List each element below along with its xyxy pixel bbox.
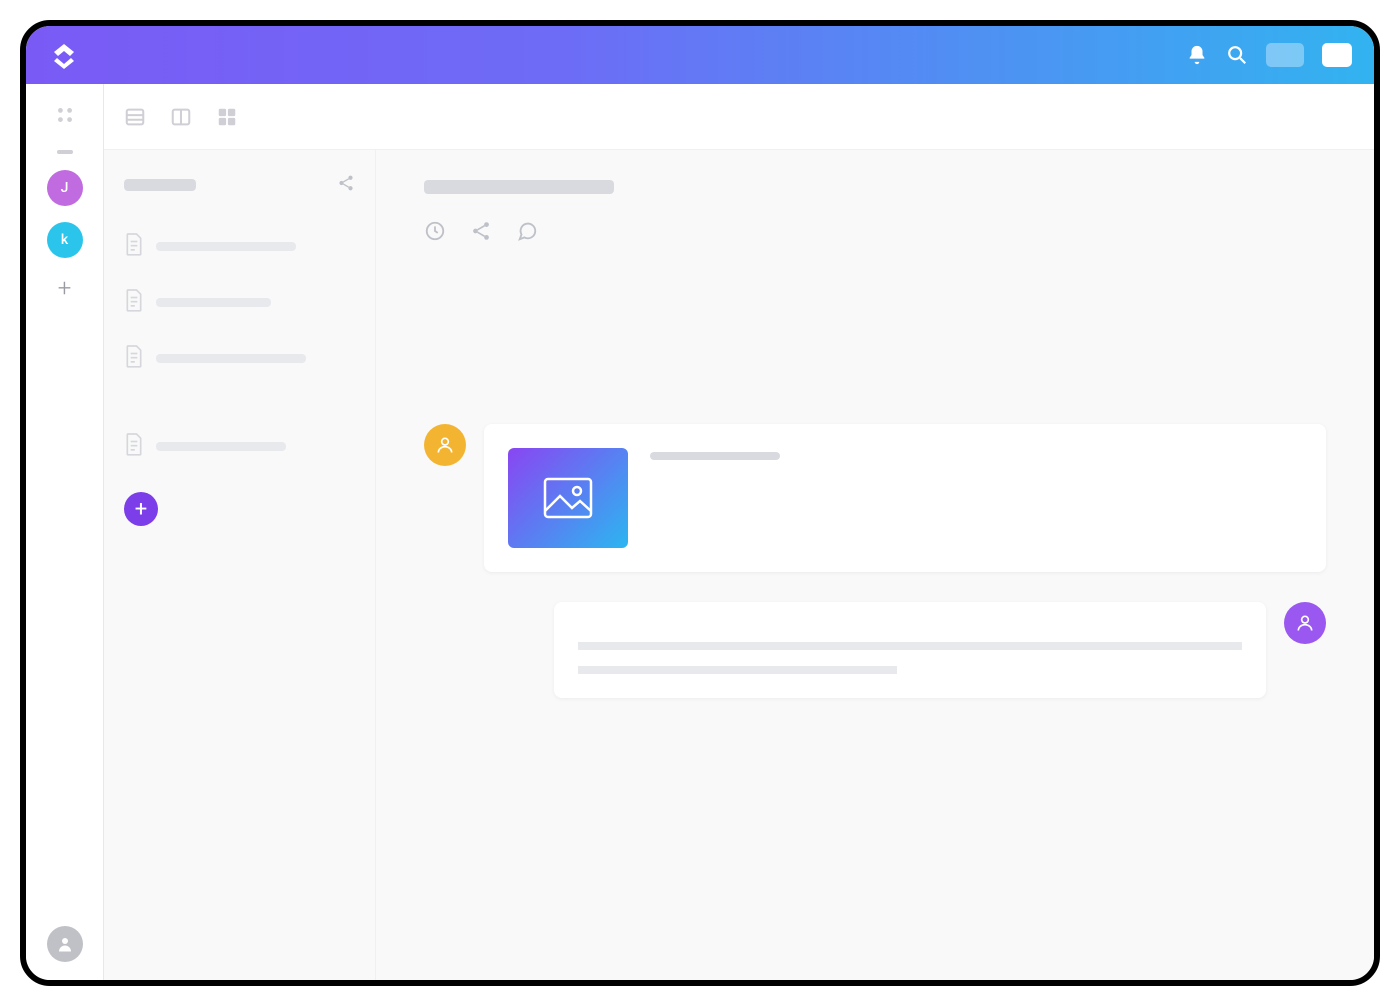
view-tabs <box>104 84 1374 150</box>
bell-icon[interactable] <box>1186 44 1208 66</box>
document-main <box>376 150 1374 980</box>
share-icon[interactable] <box>470 220 492 246</box>
add-doc-button[interactable]: + <box>124 492 158 526</box>
sidebar-title <box>124 179 196 191</box>
document-icon <box>124 432 144 460</box>
comment-body <box>650 448 1302 548</box>
rail-bottom <box>47 926 83 962</box>
profile-avatar[interactable] <box>47 926 83 962</box>
comment-title <box>650 452 780 460</box>
brand-logo[interactable] <box>48 39 80 71</box>
sidebar-header <box>124 174 355 196</box>
document-icon <box>124 288 144 316</box>
doc-item[interactable] <box>124 334 355 382</box>
top-bar <box>26 26 1374 84</box>
workspace-avatar-k[interactable]: k <box>47 222 83 258</box>
collapse-handle[interactable] <box>57 150 73 154</box>
view-board-icon[interactable] <box>170 106 192 128</box>
comment-card[interactable] <box>484 424 1326 572</box>
body: J k + <box>26 84 1374 980</box>
view-grid-icon[interactable] <box>216 106 238 128</box>
doc-label <box>156 354 306 363</box>
comment-icon[interactable] <box>516 220 538 246</box>
image-attachment[interactable] <box>508 448 628 548</box>
doc-label <box>156 442 286 451</box>
workspace-list: J k + <box>47 170 83 302</box>
comment-row <box>424 424 1326 572</box>
search-icon[interactable] <box>1226 44 1248 66</box>
doc-item[interactable] <box>124 278 355 326</box>
document-icon <box>124 344 144 372</box>
top-pill-a[interactable] <box>1266 43 1304 67</box>
workspace-letter: k <box>61 232 68 248</box>
comment-avatar[interactable] <box>424 424 466 466</box>
doc-label <box>156 242 296 251</box>
top-bar-right <box>1186 43 1352 67</box>
comment-avatar[interactable] <box>1284 602 1326 644</box>
clock-icon[interactable] <box>424 220 446 246</box>
workspace-rail: J k + <box>26 84 104 980</box>
comment-line <box>578 666 897 674</box>
app-frame: J k + <box>20 20 1380 986</box>
document-title[interactable] <box>424 180 614 194</box>
comment-line <box>578 642 1242 650</box>
doc-sidebar: + <box>104 150 376 980</box>
document-icon <box>124 232 144 260</box>
doc-item[interactable] <box>124 422 355 470</box>
view-list-icon[interactable] <box>124 106 146 128</box>
apps-icon[interactable] <box>54 104 76 130</box>
share-icon[interactable] <box>337 174 355 196</box>
workspace-letter: J <box>61 180 69 196</box>
doc-item[interactable] <box>124 222 355 270</box>
doc-sub-items <box>124 386 355 406</box>
document-body[interactable] <box>424 276 1326 364</box>
top-pill-b[interactable] <box>1322 43 1352 67</box>
document-actions <box>424 220 1326 246</box>
add-workspace-button[interactable]: + <box>58 274 72 302</box>
content-row: + <box>104 150 1374 980</box>
comment-thread <box>424 424 1326 698</box>
workspace-avatar-j[interactable]: J <box>47 170 83 206</box>
doc-label <box>156 298 271 307</box>
comment-card[interactable] <box>554 602 1266 698</box>
main-column: + <box>104 84 1374 980</box>
comment-row <box>424 602 1326 698</box>
